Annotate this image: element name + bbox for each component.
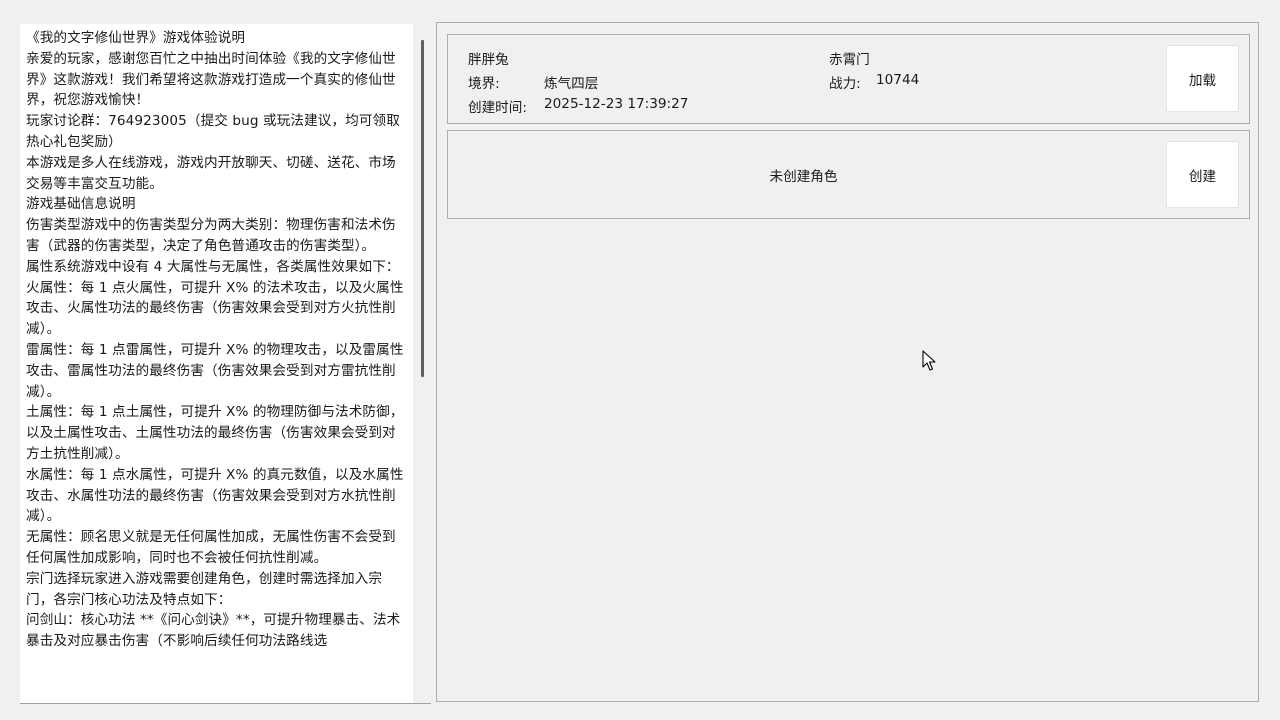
game-guide-text: 《我的文字修仙世界》游戏体验说明 亲爱的玩家，感谢您百忙之中抽出时间体验《我的文… (20, 24, 413, 652)
empty-slot-label: 未创建角色 (769, 169, 838, 185)
guide-paragraph: 问剑山：核心功法 **《问心剑诀》**，可提升物理暴击、法术暴击及对应暴击伤害（… (26, 612, 401, 650)
mouse-cursor-icon (922, 350, 936, 371)
power-label: 战力: (829, 76, 861, 92)
guide-paragraph: 本游戏是多人在线游戏，游戏内开放聊天、切磋、送花、市场交易等丰富交互功能。 (26, 154, 396, 192)
guide-paragraph: 宗门选择玩家进入游戏需要创建角色，创建时需选择加入宗门，各宗门核心功法及特点如下… (26, 570, 383, 608)
create-button[interactable]: 创建 (1167, 142, 1238, 207)
guide-scrollbar[interactable] (417, 24, 431, 704)
guide-paragraph: 无属性：顾名思义就是无任何属性加成，无属性伤害不会受到任何属性加成影响，同时也不… (26, 529, 396, 566)
game-guide-panel: 《我的文字修仙世界》游戏体验说明 亲爱的玩家，感谢您百忙之中抽出时间体验《我的文… (20, 24, 413, 704)
guide-paragraph: 水属性：每 1 点水属性，可提升 X% 的真元数值，以及水属性攻击、水属性功法的… (26, 466, 404, 525)
load-button[interactable]: 加载 (1167, 46, 1238, 111)
guide-paragraph: 玩家讨论群：764923005（提交 bug 或玩法建议，均可领取热心礼包奖励） (26, 113, 400, 150)
character-slots-panel: 胖胖兔 境界: 炼气四层 创建时间: 2025-12-23 17:39:27 赤… (436, 22, 1259, 702)
guide-bottom-border (20, 703, 431, 704)
guide-section-heading: 游戏基础信息说明 (26, 196, 136, 213)
guide-paragraph: 土属性：每 1 点土属性，可提升 X% 的物理防御与法术防御，以及土属性攻击、土… (26, 404, 404, 462)
guide-paragraph: 雷属性：每 1 点雷属性，可提升 X% 的物理攻击，以及雷属性攻击、雷属性功法的… (26, 341, 404, 400)
guide-scrollbar-thumb[interactable] (421, 40, 424, 377)
character-slot-2: 未创建角色 创建 (447, 130, 1250, 219)
guide-paragraph: 亲爱的玩家，感谢您百忙之中抽出时间体验《我的文字修仙世界》这款游戏！我们希望将这… (26, 50, 396, 109)
power-value: 10744 (876, 72, 920, 88)
created-time-label: 创建时间: (468, 100, 527, 116)
character-name: 胖胖兔 (468, 52, 509, 68)
character-slot-1: 胖胖兔 境界: 炼气四层 创建时间: 2025-12-23 17:39:27 赤… (447, 34, 1250, 124)
created-time-value: 2025-12-23 17:39:27 (544, 96, 689, 112)
realm-label: 境界: (468, 76, 500, 92)
guide-paragraph: 属性系统游戏中设有 4 大属性与无属性，各类属性效果如下： (26, 258, 400, 275)
guide-paragraph: 伤害类型游戏中的伤害类型分为两大类别：物理伤害和法术伤害（武器的伤害类型，决定了… (26, 217, 396, 254)
guide-title: 《我的文字修仙世界》游戏体验说明 (26, 30, 246, 46)
realm-value: 炼气四层 (544, 76, 599, 92)
sect-name: 赤霄门 (829, 52, 870, 68)
guide-paragraph: 火属性：每 1 点火属性，可提升 X% 的法术攻击，以及火属性攻击、火属性功法的… (26, 279, 404, 338)
